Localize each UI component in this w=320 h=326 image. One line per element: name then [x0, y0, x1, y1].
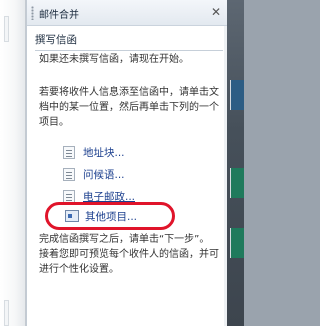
greeting-line-link[interactable]: 问候语... [63, 166, 213, 182]
window-edge [227, 0, 244, 326]
ruler-marker [4, 16, 9, 42]
task-pane-title: 邮件合并 [39, 10, 79, 21]
more-items-icon [65, 210, 79, 222]
greeting-line-icon [63, 168, 75, 181]
electronic-postage-icon [63, 190, 75, 203]
side-tab[interactable] [230, 168, 244, 198]
option-label: 电子邮政... [83, 191, 136, 203]
address-block-link[interactable]: 地址块... [63, 144, 213, 160]
option-label: 问候语... [83, 169, 125, 181]
instruction-text: 完成信函撰写之后，请单击“下一步”。接着您即可预览每个收件人的信函，并可进行个性… [39, 234, 219, 275]
more-items-link[interactable]: 其他项目... [65, 208, 215, 224]
task-pane-titlebar[interactable]: 邮件合并 ✕ [27, 0, 227, 26]
instruction-text: 若要将收件人信息添至信函中，请单击文档中的某一位置，然后再单击下列的一个项目。 [39, 87, 219, 128]
mail-merge-task-pane: 邮件合并 ✕ 撰写信函 如果还未撰写信函，请现在开始。 若要将收件人信息添至信函… [26, 0, 227, 326]
option-label: 其他项目... [85, 211, 138, 223]
close-icon[interactable]: ✕ [211, 5, 221, 19]
side-tab[interactable] [230, 80, 244, 110]
side-tab[interactable] [230, 228, 244, 258]
option-label: 地址块... [83, 147, 125, 159]
electronic-postage-link[interactable]: 电子邮政... [63, 188, 213, 204]
document-edge [0, 0, 26, 326]
instruction-text: 如果还未撰写信函，请现在开始。 [39, 54, 189, 65]
address-block-icon [63, 146, 75, 159]
ruler-marker [4, 300, 9, 326]
section-heading: 撰写信函 [35, 32, 223, 51]
drag-grip-icon[interactable] [31, 6, 34, 20]
